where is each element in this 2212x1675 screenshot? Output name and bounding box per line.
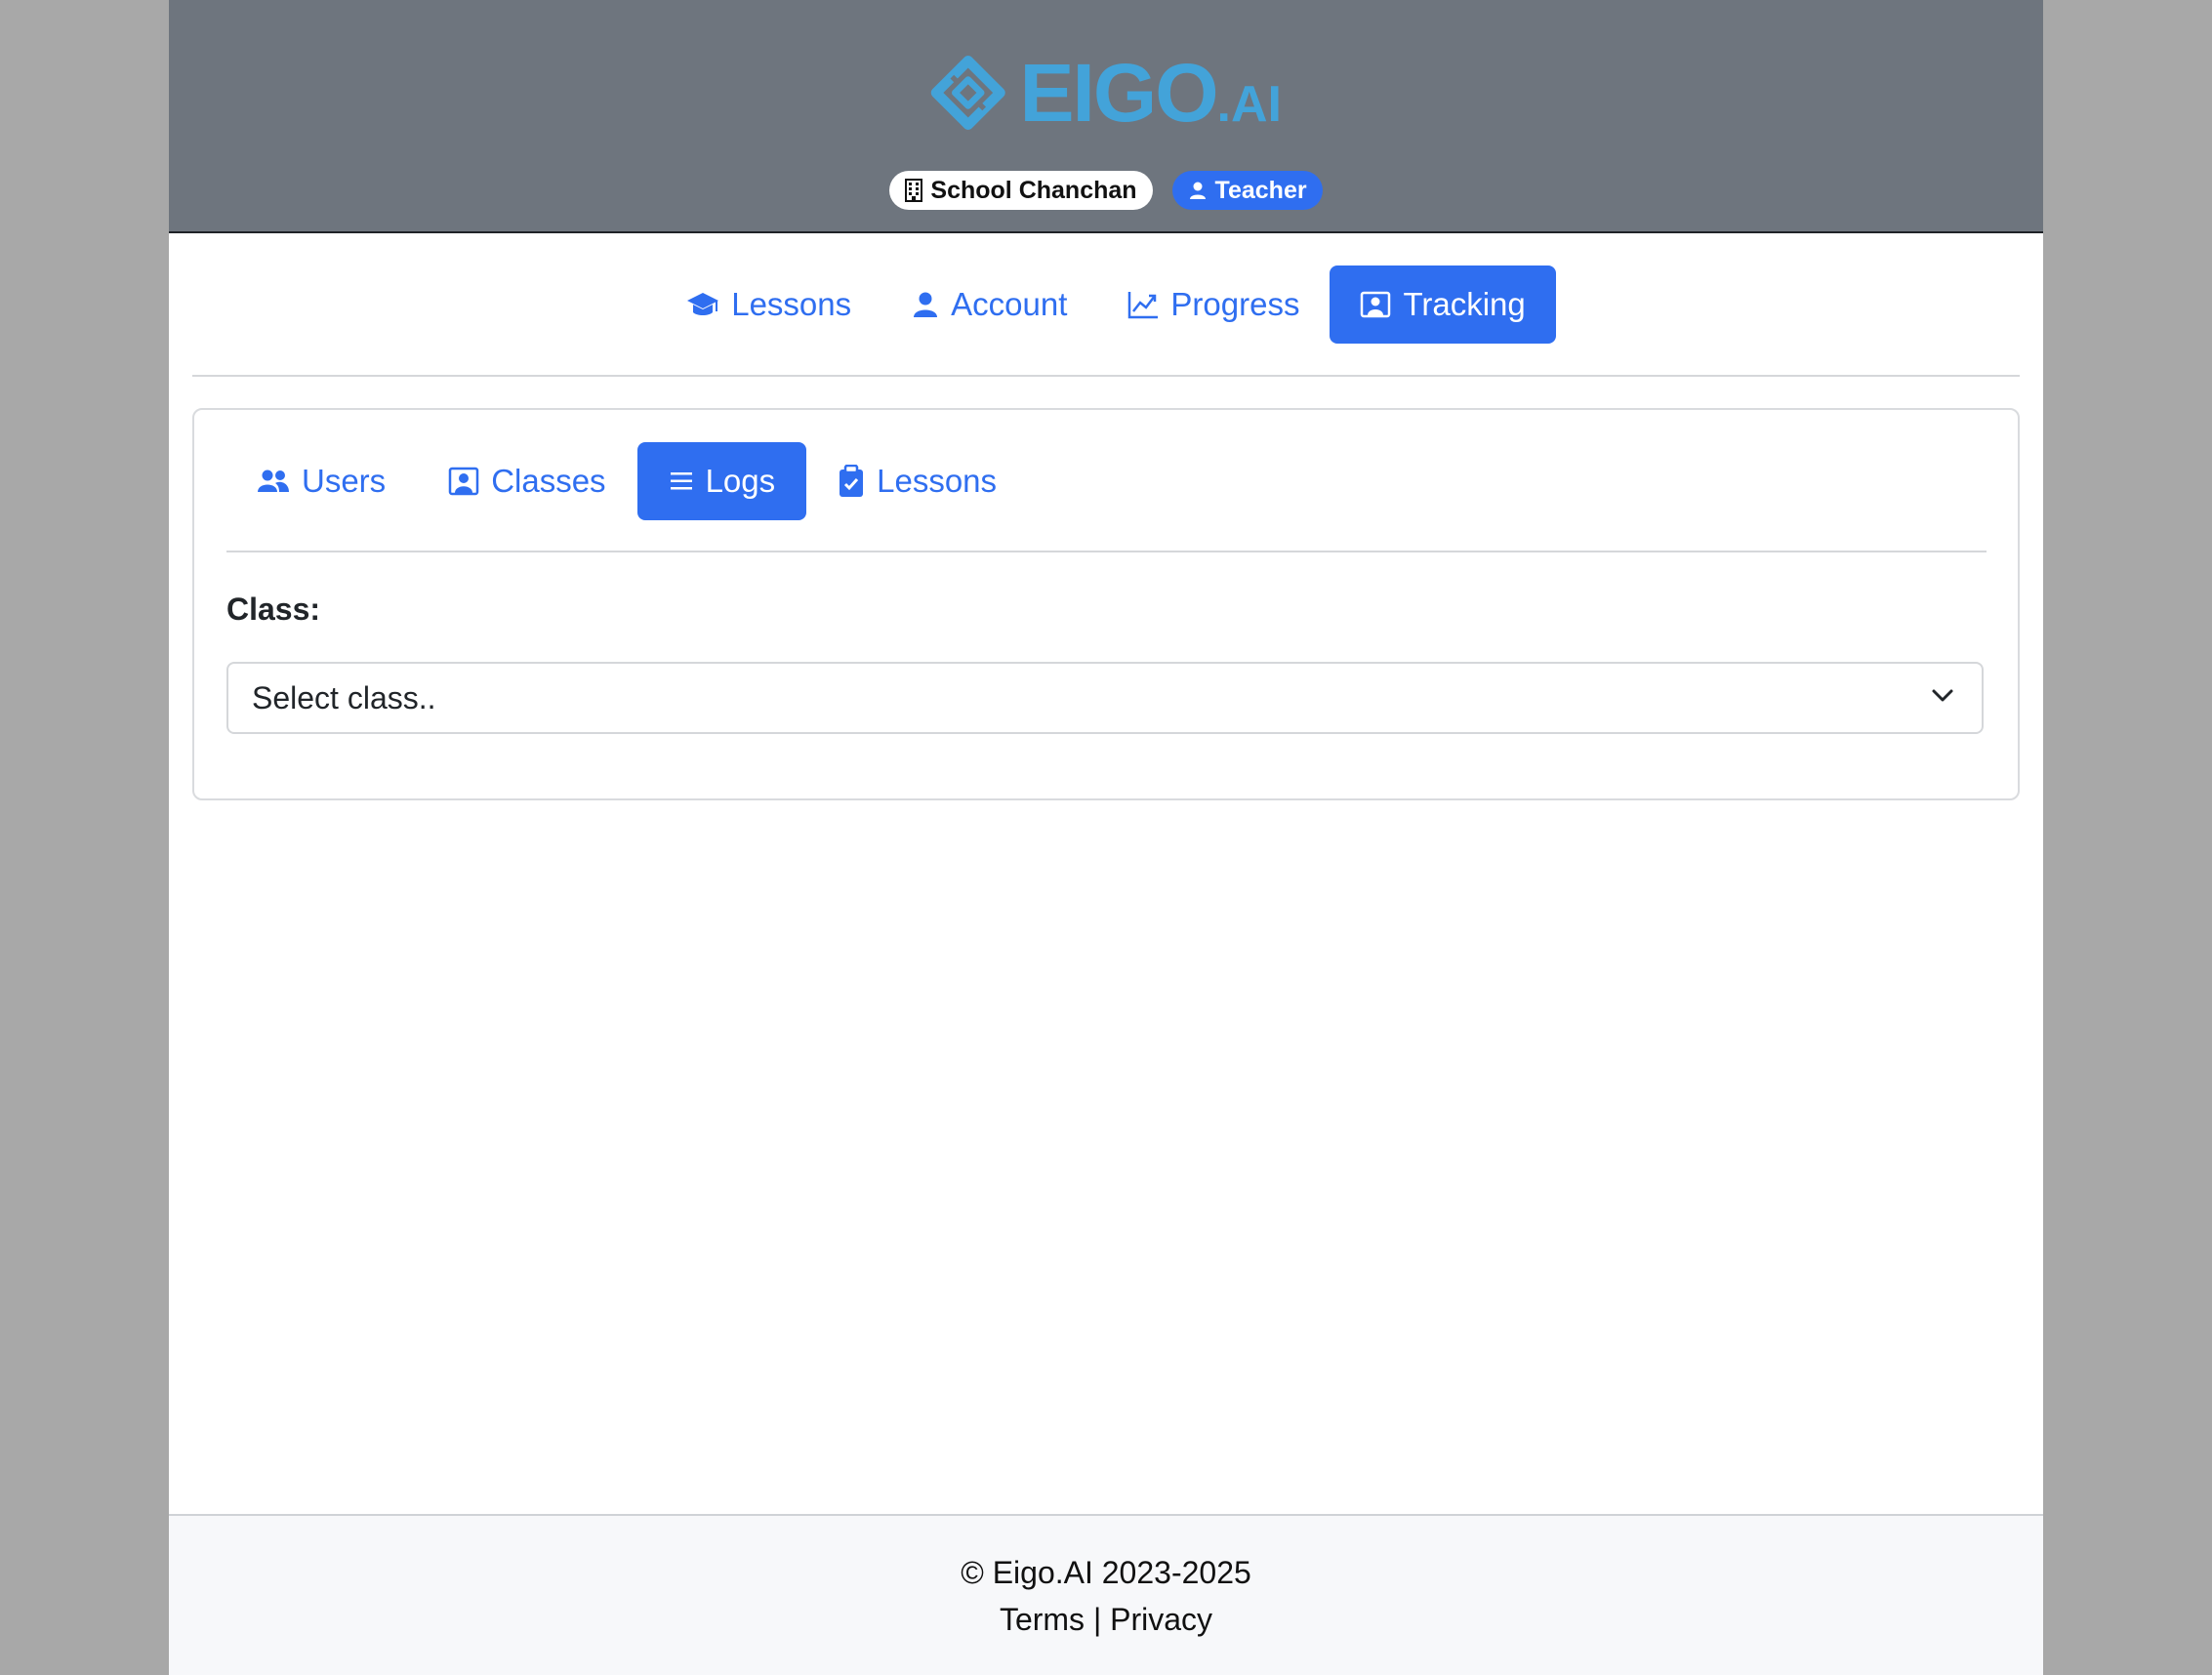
main-nav: Lessons Account Progress Tracking [169, 266, 2043, 344]
person-board-icon [448, 467, 479, 496]
nav-lessons-label: Lessons [731, 286, 852, 322]
tracking-card: Users Classes Logs Lessons Class: Select… [192, 408, 2020, 800]
tab-logs[interactable]: Logs [636, 442, 807, 520]
class-select[interactable]: Select class.. [226, 662, 1984, 734]
logo-mark-icon [930, 55, 1005, 131]
people-icon [258, 470, 289, 492]
role-badge: Teacher [1171, 171, 1323, 210]
privacy-link[interactable]: Privacy [1110, 1602, 1212, 1637]
class-select-value: Select class.. [252, 679, 436, 715]
person-icon [914, 292, 938, 317]
footer-copyright: © Eigo.AI 2023-2025 [961, 1555, 1251, 1590]
nav-tracking-label: Tracking [1403, 286, 1526, 322]
person-icon [1189, 182, 1206, 199]
header-badges: School Chanchan Teacher [169, 171, 2043, 210]
building-icon [905, 179, 923, 202]
tab-lessons-label: Lessons [877, 463, 998, 499]
main-nav-divider [192, 375, 2020, 377]
footer: © Eigo.AI 2023-2025 Terms | Privacy [169, 1514, 2043, 1675]
nav-progress[interactable]: Progress [1097, 266, 1330, 344]
nav-account[interactable]: Account [881, 266, 1097, 344]
logo-text: EIGO.AI [1019, 47, 1283, 139]
nav-progress-label: Progress [1170, 286, 1300, 322]
nav-account-label: Account [951, 286, 1068, 322]
footer-links: Terms | Privacy [169, 1602, 2043, 1638]
role-badge-label: Teacher [1214, 176, 1307, 204]
clipboard-check-icon [840, 465, 864, 497]
chevron-down-icon [1932, 689, 1953, 702]
tab-users[interactable]: Users [225, 442, 417, 520]
sub-nav-divider [226, 551, 1987, 552]
school-badge-label: School Chanchan [930, 176, 1137, 204]
school-badge: School Chanchan [889, 171, 1153, 210]
header: EIGO.AI School Chanchan Teacher [169, 0, 2043, 233]
class-label: Class: [226, 592, 321, 627]
eigo-logo[interactable]: EIGO.AI [930, 39, 1282, 146]
nav-lessons[interactable]: Lessons [656, 266, 881, 344]
tab-users-label: Users [302, 463, 387, 499]
line-chart-icon [1128, 292, 1159, 319]
tab-classes[interactable]: Classes [417, 442, 636, 520]
tab-classes-label: Classes [491, 463, 606, 499]
footer-separator: | [1092, 1602, 1102, 1637]
tab-lessons[interactable]: Lessons [806, 442, 1028, 520]
terms-link[interactable]: Terms [1000, 1602, 1085, 1637]
graduation-cap-icon [687, 293, 719, 315]
page: EIGO.AI School Chanchan Teacher Lessons … [169, 0, 2043, 1675]
tab-logs-label: Logs [705, 463, 776, 499]
tracking-sub-nav: Users Classes Logs Lessons [225, 442, 1028, 520]
person-badge-icon [1361, 291, 1391, 318]
nav-tracking[interactable]: Tracking [1330, 266, 1556, 344]
list-icon [670, 472, 692, 490]
